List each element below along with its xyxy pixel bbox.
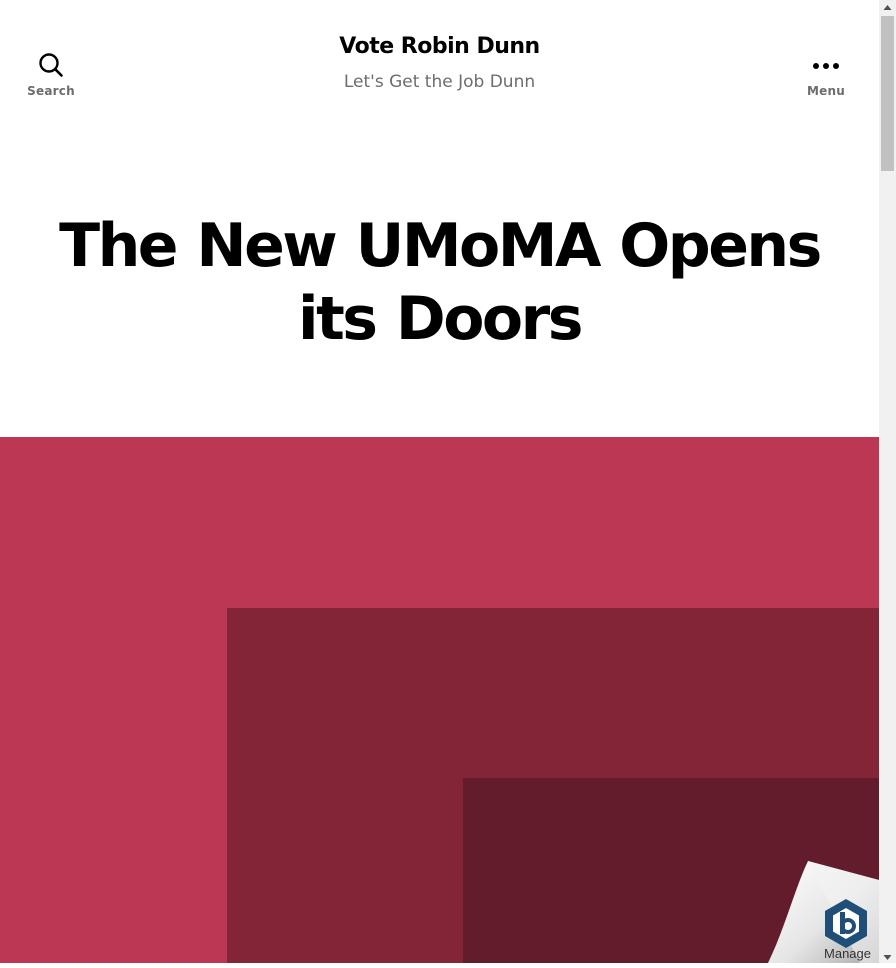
scrollbar-thumb[interactable] [881, 16, 894, 171]
site-title[interactable]: Vote Robin Dunn [0, 34, 879, 59]
menu-toggle[interactable]: Menu [786, 52, 866, 98]
post-title: The New UMoMA Opens its Doors [59, 211, 822, 354]
vertical-scrollbar[interactable] [879, 0, 896, 963]
manage-widget[interactable]: Manage [760, 858, 879, 963]
ellipsis-icon [786, 52, 866, 82]
site-description: Let's Get the Job Dunn [343, 72, 536, 92]
site-header: Search Vote Robin Dunn Let's Get the Job… [0, 0, 879, 140]
scroll-up-icon[interactable] [879, 0, 896, 14]
manage-label: Manage [824, 946, 871, 961]
menu-toggle-label: Menu [807, 84, 845, 98]
scroll-down-icon[interactable] [879, 949, 896, 963]
page-viewport: Search Vote Robin Dunn Let's Get the Job… [0, 0, 879, 963]
featured-image [0, 437, 879, 963]
